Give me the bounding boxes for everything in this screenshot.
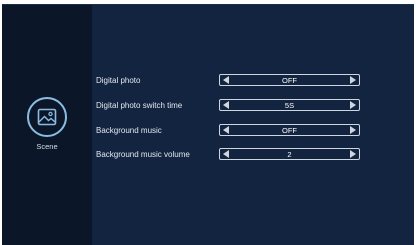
scene-label: Scene bbox=[36, 142, 58, 151]
sidebar: Scene bbox=[2, 5, 92, 245]
arrow-right-icon[interactable] bbox=[350, 76, 356, 84]
setting-value: 5S bbox=[284, 100, 295, 110]
setting-label: Background music bbox=[96, 126, 162, 135]
image-icon bbox=[37, 108, 57, 126]
setting-row-background-music-volume: Background music volume 2 bbox=[96, 148, 414, 162]
setting-value: OFF bbox=[282, 125, 297, 135]
setting-value: OFF bbox=[282, 75, 297, 85]
setting-label: Digital photo switch time bbox=[96, 101, 183, 110]
setting-row-digital-photo: Digital photo OFF bbox=[96, 74, 414, 88]
setting-label: Background music volume bbox=[96, 150, 190, 159]
setting-selector[interactable]: OFF bbox=[219, 74, 360, 86]
arrow-right-icon[interactable] bbox=[350, 150, 356, 158]
scene-icon-ring bbox=[27, 97, 67, 137]
arrow-right-icon[interactable] bbox=[350, 126, 356, 134]
arrow-right-icon[interactable] bbox=[350, 101, 356, 109]
setting-value: 2 bbox=[287, 149, 292, 159]
setting-row-background-music: Background music OFF bbox=[96, 124, 414, 138]
setting-selector[interactable]: OFF bbox=[219, 124, 360, 136]
settings-screen: Scene Digital photo OFF Digital photo sw… bbox=[2, 4, 414, 245]
setting-label: Digital photo bbox=[96, 76, 141, 85]
scene-menu-item[interactable]: Scene bbox=[26, 97, 68, 151]
setting-selector[interactable]: 2 bbox=[219, 148, 360, 160]
settings-panel: Digital photo OFF Digital photo switch t… bbox=[92, 5, 414, 245]
setting-selector[interactable]: 5S bbox=[219, 99, 360, 111]
setting-row-photo-switch-time: Digital photo switch time 5S bbox=[96, 99, 414, 113]
